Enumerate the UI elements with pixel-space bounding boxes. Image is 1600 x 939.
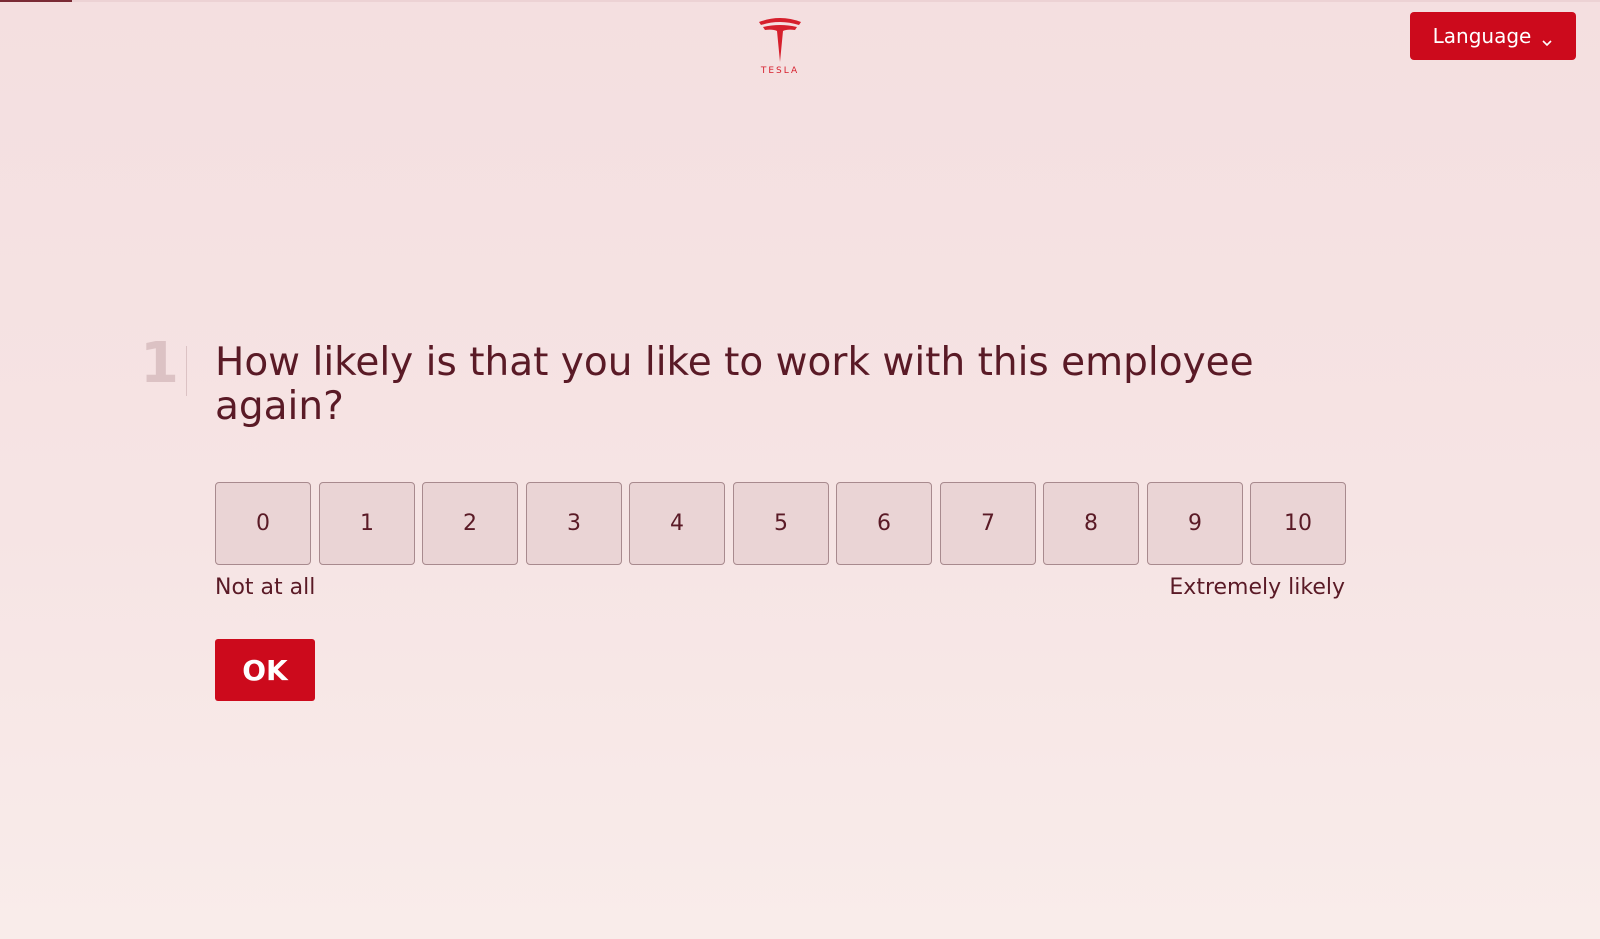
progress-bar [0, 0, 1600, 2]
rating-option-5[interactable]: 5 [733, 482, 829, 565]
rating-option-9[interactable]: 9 [1147, 482, 1243, 565]
logo-text: TESLA [760, 66, 800, 76]
rating-option-6[interactable]: 6 [836, 482, 932, 565]
scale-label-low: Not at all [215, 575, 316, 600]
rating-option-7[interactable]: 7 [940, 482, 1036, 565]
rating-scale: 0 1 2 3 4 5 6 7 8 9 10 [215, 482, 1346, 565]
question-title: How likely is that you like to work with… [215, 340, 1254, 429]
chevron-down-icon [1541, 30, 1553, 47]
rating-option-10[interactable]: 10 [1250, 482, 1346, 565]
rating-option-8[interactable]: 8 [1043, 482, 1139, 565]
language-label: Language [1432, 24, 1532, 48]
language-button[interactable]: Language [1410, 12, 1576, 60]
scale-label-high: Extremely likely [1169, 575, 1345, 600]
tesla-logo-icon: TESLA [755, 16, 805, 82]
rating-option-4[interactable]: 4 [629, 482, 725, 565]
rating-option-3[interactable]: 3 [526, 482, 622, 565]
question-number: 1 [140, 331, 179, 396]
tesla-logo-shape [759, 18, 801, 62]
progress-fill [0, 0, 72, 2]
rating-option-2[interactable]: 2 [422, 482, 518, 565]
number-divider [186, 346, 187, 396]
rating-option-1[interactable]: 1 [319, 482, 415, 565]
ok-button[interactable]: OK [215, 639, 315, 701]
rating-option-0[interactable]: 0 [215, 482, 311, 565]
